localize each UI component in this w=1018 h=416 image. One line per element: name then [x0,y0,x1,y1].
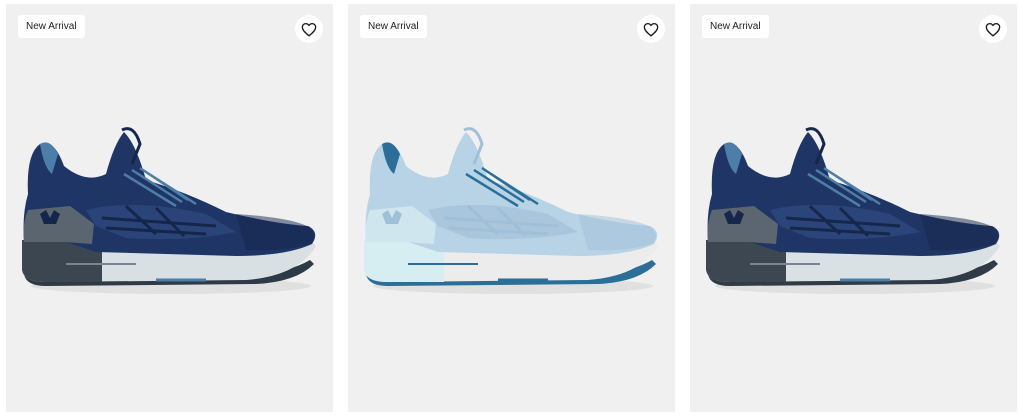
product-image[interactable] [348,114,675,304]
product-image[interactable] [690,114,1017,304]
new-arrival-badge: New Arrival [702,15,769,38]
product-image[interactable] [6,114,333,304]
favorite-button[interactable] [637,15,665,43]
heart-outline-icon [301,22,317,36]
product-card[interactable]: New Arrival [690,4,1017,412]
favorite-button[interactable] [979,15,1007,43]
product-card[interactable]: New Arrival [6,4,333,412]
heart-outline-icon [643,22,659,36]
new-arrival-badge: New Arrival [360,15,427,38]
new-arrival-badge: New Arrival [18,15,85,38]
heart-outline-icon [985,22,1001,36]
favorite-button[interactable] [295,15,323,43]
product-card[interactable]: New Arrival [348,4,675,412]
product-grid: New Arrival New Arrival New Arrival [0,0,1018,416]
